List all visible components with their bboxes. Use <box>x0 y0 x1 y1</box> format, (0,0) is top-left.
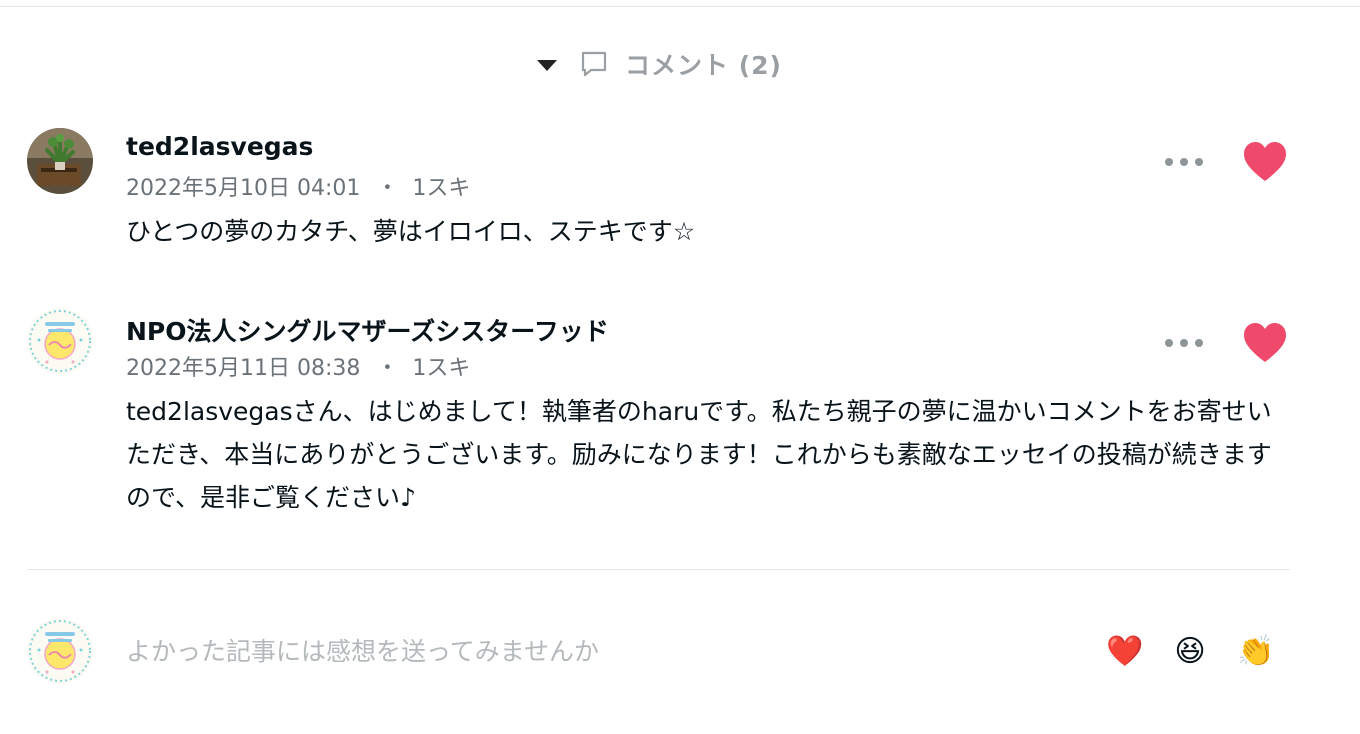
comment-date: 2022年5月10日 04:01 <box>126 176 361 201</box>
heart-icon <box>1244 323 1286 362</box>
comment-like-count[interactable]: 1スキ <box>412 176 470 201</box>
more-options-button[interactable] <box>1165 333 1203 353</box>
comment-input[interactable] <box>126 628 1066 674</box>
comment-body: ひとつの夢のカタチ、夢はイロイロ、ステキです☆ <box>126 217 696 246</box>
heart-reaction-button[interactable]: ❤️ <box>1105 632 1145 672</box>
comment-bubble-icon <box>581 51 607 77</box>
heart-icon <box>1244 142 1286 181</box>
meta-separator: ・ <box>376 356 399 381</box>
more-options-button[interactable] <box>1165 152 1203 172</box>
avatar[interactable] <box>27 128 93 194</box>
dot-icon <box>1180 158 1188 166</box>
composer-avatar <box>27 618 93 684</box>
comments-title: コメント (2) <box>625 51 782 80</box>
dot-icon <box>1165 339 1173 347</box>
dot-icon <box>1180 339 1188 347</box>
clap-reaction-button[interactable]: 👏 <box>1236 632 1276 672</box>
comments-toggle[interactable]: コメント (2) <box>537 44 782 84</box>
like-button[interactable] <box>1242 140 1288 184</box>
like-button[interactable] <box>1242 321 1288 365</box>
composer-divider <box>27 569 1290 570</box>
meta-separator: ・ <box>376 176 399 201</box>
dot-icon <box>1195 339 1203 347</box>
comment-author[interactable]: NPO法人シングルマザーズシスターフッド <box>126 312 609 348</box>
comment-date: 2022年5月11日 08:38 <box>126 356 361 381</box>
comment-body: ted2lasvegasさん、はじめまして！執筆者のharuです。私たち親子の夢… <box>126 397 1272 512</box>
dot-icon <box>1195 158 1203 166</box>
comment-meta: 2022年5月11日 08:38 ・ 1スキ <box>126 350 470 382</box>
caret-down-icon <box>537 59 557 71</box>
dot-icon <box>1165 158 1173 166</box>
top-divider <box>0 6 1360 7</box>
comment-author[interactable]: ted2lasvegas <box>126 132 313 161</box>
laugh-reaction-button[interactable]: 😆 <box>1170 632 1210 672</box>
comment-like-count[interactable]: 1スキ <box>412 356 470 381</box>
comment-meta: 2022年5月10日 04:01 ・ 1スキ <box>126 170 470 202</box>
avatar[interactable] <box>27 308 93 374</box>
